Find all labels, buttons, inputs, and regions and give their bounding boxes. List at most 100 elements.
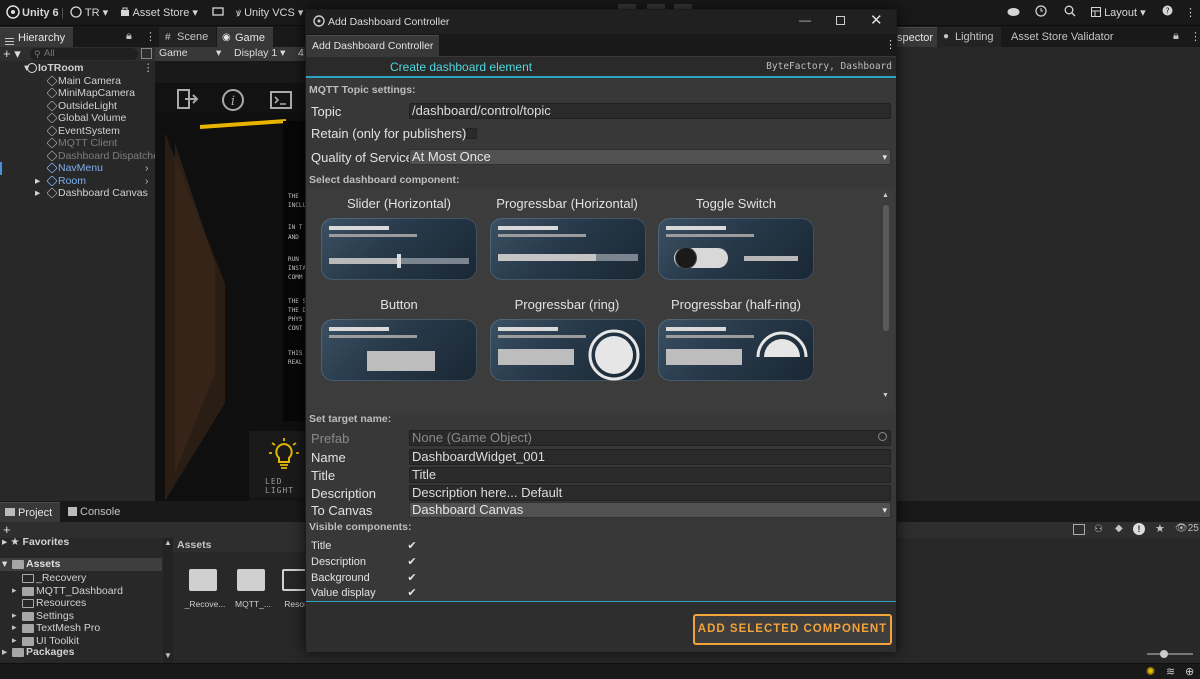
history-icon[interactable] [1035, 5, 1047, 21]
hierarchy-item[interactable]: ▾ IoTRoom ⋮ [0, 62, 155, 75]
expand-arrow-icon[interactable]: ▸ [12, 585, 17, 596]
search-by-type-icon[interactable] [1073, 524, 1085, 535]
hierarchy-item[interactable]: Global Volume [0, 112, 155, 125]
prefab-field[interactable]: None (Game Object) [409, 430, 891, 446]
asset-grid-item[interactable]: MQTT_... [231, 567, 275, 612]
lock-icon[interactable]: 🔒︎ [1173, 30, 1179, 43]
retain-checkbox[interactable] [466, 128, 477, 139]
account-button[interactable]: TR ▾ [70, 5, 108, 21]
hierarchy-item[interactable]: MiniMapCamera [0, 87, 155, 100]
tab-asset-store-validator[interactable]: Asset Store Validator [1001, 27, 1122, 47]
tab-project[interactable]: Project [0, 502, 61, 522]
project-tree-scrollbar[interactable]: ▲ ▼ [163, 538, 173, 663]
hierarchy-item[interactable]: Main Camera [0, 75, 155, 88]
assets-breadcrumb[interactable]: Assets [173, 538, 305, 552]
filter-icon[interactable] [141, 48, 152, 59]
more-icon[interactable]: ⋮ [1190, 30, 1200, 43]
icon-size-slider[interactable] [1147, 650, 1193, 658]
help-icon[interactable]: ? [1162, 5, 1173, 21]
scroll-thumb[interactable] [883, 205, 889, 331]
tab-add-dashboard-controller[interactable]: Add Dashboard Controller [306, 35, 440, 56]
object-picker-icon[interactable] [878, 432, 887, 441]
visible-component-checkbox[interactable]: ✔ [406, 556, 418, 568]
hierarchy-icon[interactable]: ⚇ [1094, 524, 1103, 535]
game-view-dropdown[interactable]: Game [159, 47, 188, 59]
tab-scene[interactable]: # Scene [159, 27, 217, 47]
tab-inspector[interactable]: spector [897, 27, 942, 47]
window-titlebar[interactable]: Add Dashboard Controller — ✕ [306, 10, 896, 34]
display-dropdown[interactable]: Display 1 ▾ [234, 47, 285, 59]
canvas-dropdown[interactable]: Dashboard Canvas ▾ [409, 502, 891, 518]
progressbar-half-ring-card[interactable] [658, 319, 814, 381]
button-card[interactable] [321, 319, 477, 381]
visible-component-checkbox[interactable]: ✔ [406, 587, 418, 599]
qos-dropdown[interactable]: At Most Once ▾ [409, 149, 891, 165]
expand-arrow-icon[interactable]: ▸ [35, 187, 40, 200]
unity-logo-icon[interactable] [6, 5, 20, 21]
folder-item[interactable]: ▸ TextMesh Pro [0, 622, 162, 635]
settings-icon[interactable]: ⊕ [1185, 665, 1194, 678]
hierarchy-item[interactable]: MQTT Client [0, 137, 155, 150]
progressbar-horizontal-card[interactable] [490, 218, 646, 280]
toggle-switch-card[interactable] [658, 218, 814, 280]
favorites-item[interactable]: ▸ ★ Favorites [2, 536, 69, 548]
more-icon[interactable]: ⋮ [1185, 5, 1196, 21]
expand-arrow-icon[interactable]: ▸ [12, 635, 17, 646]
description-input[interactable]: Description here... Default [409, 485, 891, 501]
hierarchy-item[interactable]: OutsideLight [0, 100, 155, 113]
expand-arrow-icon[interactable]: ▸ [35, 175, 40, 188]
hierarchy-item[interactable]: ▸ Room › [0, 175, 155, 188]
gallery-scrollbar[interactable]: ▲ ▼ [880, 188, 892, 413]
more-icon[interactable]: ⋮ [143, 62, 154, 75]
stack-icon[interactable]: ≋ [1166, 665, 1175, 678]
slider-thumb[interactable] [1160, 650, 1168, 658]
expand-arrow-icon[interactable]: ▸ [12, 610, 17, 621]
tab-console[interactable]: Console [62, 502, 129, 522]
lighting-status-icon[interactable]: ✺ [1146, 665, 1155, 678]
visible-component-checkbox[interactable]: ✔ [406, 540, 418, 552]
lock-icon[interactable]: 🔒︎ [126, 30, 132, 43]
search-icon[interactable] [1064, 5, 1076, 21]
add-button[interactable]: + ▾ [3, 46, 21, 62]
scroll-up-icon[interactable]: ▲ [882, 192, 889, 199]
hierarchy-search-input[interactable]: ⚲ All [30, 48, 138, 60]
hierarchy-item[interactable]: NavMenu › [0, 162, 155, 175]
scroll-down-icon[interactable]: ▼ [882, 392, 889, 399]
tab-game[interactable]: ◉ Game [217, 27, 273, 47]
visible-component-checkbox[interactable]: ✔ [406, 572, 418, 584]
create-button[interactable]: + [3, 522, 11, 537]
asset-store-button[interactable]: Asset Store ▾ [120, 5, 198, 21]
tab-hierarchy[interactable]: Hierarchy [0, 27, 74, 47]
folder-item[interactable]: ▸ Settings [0, 610, 162, 623]
favorite-icon[interactable]: ★ [1155, 522, 1165, 535]
maximize-button[interactable] [836, 16, 845, 25]
alert-icon[interactable]: ! [1133, 523, 1145, 535]
topic-input[interactable]: /dashboard/control/topic [409, 103, 891, 119]
label-icon[interactable]: ◆ [1115, 523, 1123, 534]
close-button[interactable]: ✕ [870, 11, 883, 29]
minimize-button[interactable]: — [799, 13, 811, 27]
packages-item[interactable]: ▸ Packages [0, 646, 162, 659]
chevron-right-icon[interactable]: › [145, 175, 149, 188]
aspect-dropdown[interactable]: 4 [298, 47, 304, 59]
chevron-right-icon[interactable]: › [145, 162, 149, 175]
folder-item[interactable]: _Recovery [0, 572, 162, 585]
tab-lighting[interactable]: ● Lighting [937, 27, 1002, 47]
hierarchy-item[interactable]: Dashboard Dispatche [0, 150, 159, 163]
hierarchy-item[interactable]: ▸ Dashboard Canvas [0, 187, 155, 200]
folder-item[interactable]: ▸ MQTT_Dashboard [0, 585, 162, 598]
title-input[interactable]: Title [409, 467, 891, 483]
layout-dropdown[interactable]: Layout ▾ [1091, 5, 1146, 21]
game-viewport[interactable]: i THE INCLU IN T AND RUN INSTA COMM THE S THE… [155, 83, 306, 501]
add-selected-component-button[interactable]: ADD SELECTED COMPONENT [693, 614, 892, 645]
cloud-services-icon[interactable] [1007, 5, 1020, 21]
progressbar-ring-card[interactable] [490, 319, 646, 381]
vcs-button[interactable]: ꝟ Unity VCS ▾ [236, 5, 303, 21]
more-icon[interactable]: ⋮ [885, 38, 896, 51]
folder-item[interactable]: Resources [0, 597, 162, 610]
slider-horizontal-card[interactable] [321, 218, 477, 280]
cloud-icon[interactable] [212, 5, 224, 21]
hierarchy-item[interactable]: EventSystem [0, 125, 155, 138]
expand-arrow-icon[interactable]: ▸ [12, 622, 17, 633]
name-input[interactable]: DashboardWidget_001 [409, 449, 891, 465]
